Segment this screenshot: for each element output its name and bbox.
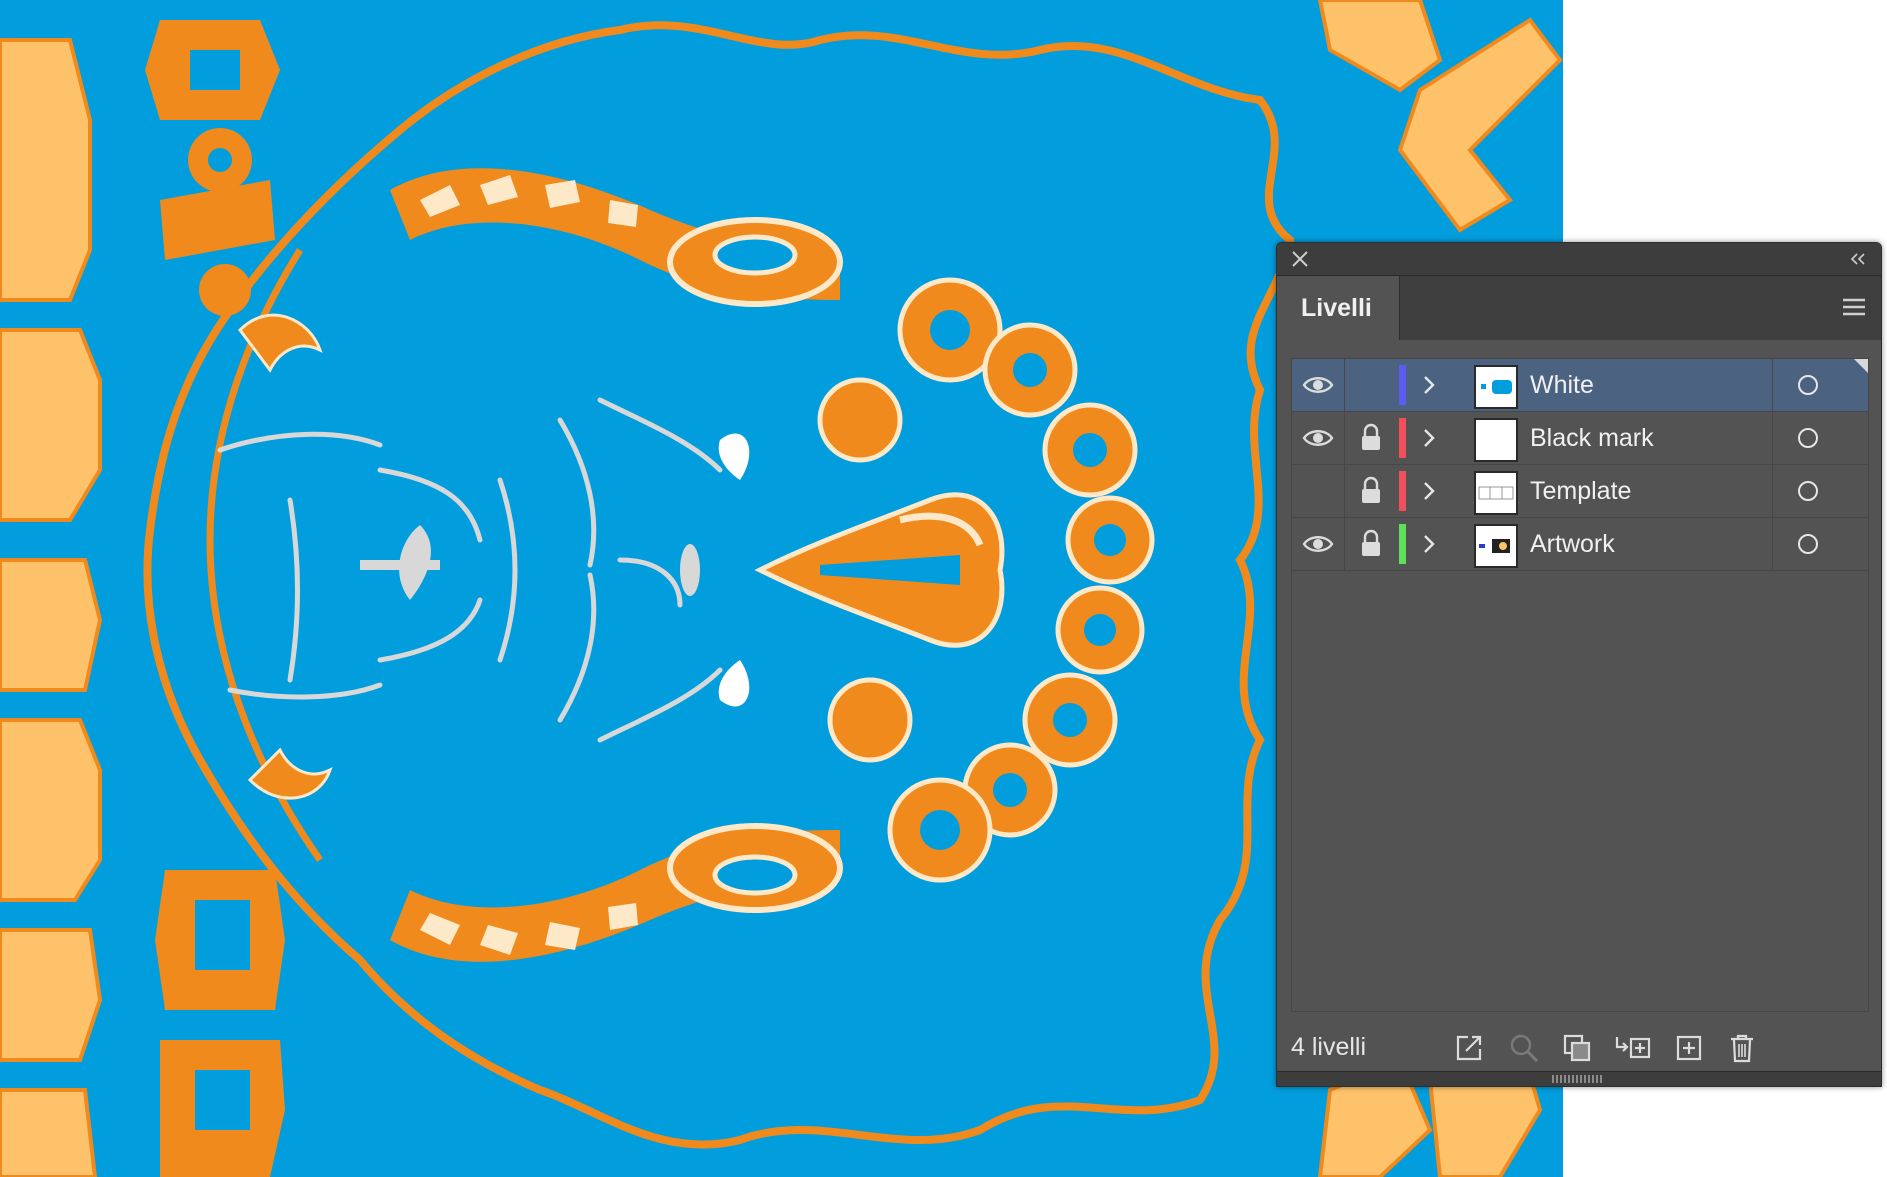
crown-ornament-top	[390, 168, 843, 307]
locate-object-button[interactable]	[1507, 1031, 1541, 1065]
lock-icon	[1362, 529, 1380, 556]
expand-layer-button[interactable]	[1415, 424, 1443, 452]
close-icon	[1292, 251, 1308, 267]
layer-thumbnail	[1474, 524, 1518, 568]
layer-color-swatch	[1399, 418, 1406, 458]
left-lettering	[0, 20, 285, 1177]
layer-thumbnail	[1474, 471, 1518, 515]
layers-panel: Livelli White Black mark Template Artwor…	[1276, 242, 1882, 1087]
locate-object-icon	[1510, 1034, 1539, 1063]
lion-nose	[754, 492, 1005, 648]
double-chevron-left-icon	[1850, 253, 1865, 265]
layers-list: White Black mark Template Artwork	[1291, 358, 1869, 1012]
panel-titlebar[interactable]	[1277, 243, 1881, 276]
lock-toggle[interactable]	[1345, 359, 1397, 411]
visibility-toggle[interactable]	[1292, 359, 1345, 411]
layer-count: 4 livelli	[1291, 1033, 1367, 1061]
panel-menu-button[interactable]	[1841, 296, 1867, 318]
grip-lines-icon	[1552, 1075, 1604, 1083]
hamburger-menu-icon	[1843, 298, 1865, 316]
expand-layer-button[interactable]	[1415, 530, 1443, 558]
panel-tabbar: Livelli	[1277, 276, 1881, 340]
make-clipping-mask-button[interactable]	[1560, 1031, 1594, 1065]
eye-icon	[1302, 430, 1334, 446]
layer-color-swatch	[1399, 524, 1406, 564]
close-panel-button[interactable]	[1291, 250, 1309, 268]
target-column[interactable]	[1772, 465, 1869, 517]
visibility-toggle[interactable]	[1292, 518, 1345, 570]
tab-livelli[interactable]: Livelli	[1277, 276, 1400, 340]
create-sublayer-button[interactable]	[1613, 1031, 1655, 1065]
eye-icon	[1302, 377, 1334, 393]
create-sublayer-icon	[1615, 1037, 1651, 1059]
delete-layer-button[interactable]	[1725, 1031, 1759, 1065]
layer-row-black-mark[interactable]: Black mark	[1292, 412, 1868, 465]
chevron-right-icon	[1424, 376, 1435, 394]
target-circle-icon[interactable]	[1798, 428, 1818, 448]
layer-thumbnail	[1474, 418, 1518, 462]
mane-outline	[143, 21, 1295, 1149]
layer-color-swatch	[1399, 365, 1406, 405]
layer-thumbnail	[1474, 365, 1518, 409]
target-circle-icon[interactable]	[1798, 375, 1818, 395]
panel-resize-grip[interactable]	[1277, 1071, 1881, 1086]
layer-name[interactable]: Template	[1530, 465, 1631, 517]
target-column[interactable]	[1772, 518, 1869, 570]
lock-toggle[interactable]	[1345, 465, 1397, 517]
crown-ornament-bottom	[390, 823, 843, 962]
chevron-right-icon	[1424, 535, 1435, 553]
lock-toggle[interactable]	[1345, 518, 1397, 570]
layer-name[interactable]: Black mark	[1530, 412, 1654, 464]
visibility-toggle[interactable]	[1292, 412, 1345, 464]
make-clipping-mask-icon	[1563, 1034, 1591, 1062]
layer-color-swatch	[1399, 471, 1406, 511]
target-circle-icon[interactable]	[1798, 481, 1818, 501]
expand-layer-button[interactable]	[1415, 477, 1443, 505]
chevron-right-icon	[1424, 429, 1435, 447]
export-to-assets-button[interactable]	[1452, 1031, 1486, 1065]
collapse-panel-button[interactable]	[1847, 250, 1869, 268]
lion-eyes	[718, 433, 750, 707]
visibility-toggle[interactable]	[1292, 465, 1345, 517]
lock-icon	[1362, 476, 1380, 503]
layer-row-white[interactable]: White	[1292, 359, 1868, 412]
create-new-layer-button[interactable]	[1672, 1031, 1706, 1065]
export-to-assets-icon	[1456, 1035, 1482, 1061]
layer-row-artwork[interactable]: Artwork	[1292, 518, 1868, 571]
layer-name[interactable]: White	[1530, 359, 1594, 411]
create-new-layer-icon	[1676, 1035, 1702, 1061]
selection-indicator	[1854, 359, 1868, 373]
expand-layer-button[interactable]	[1415, 371, 1443, 399]
lion-face	[217, 397, 723, 743]
target-column[interactable]	[1772, 412, 1869, 464]
trash-icon	[1731, 1034, 1753, 1063]
target-circle-icon[interactable]	[1798, 534, 1818, 554]
chevron-right-icon	[1424, 482, 1435, 500]
layer-row-template[interactable]: Template	[1292, 465, 1868, 518]
lock-icon	[1362, 423, 1380, 450]
layer-name[interactable]: Artwork	[1530, 518, 1615, 570]
lock-toggle[interactable]	[1345, 412, 1397, 464]
eye-icon	[1302, 536, 1334, 552]
